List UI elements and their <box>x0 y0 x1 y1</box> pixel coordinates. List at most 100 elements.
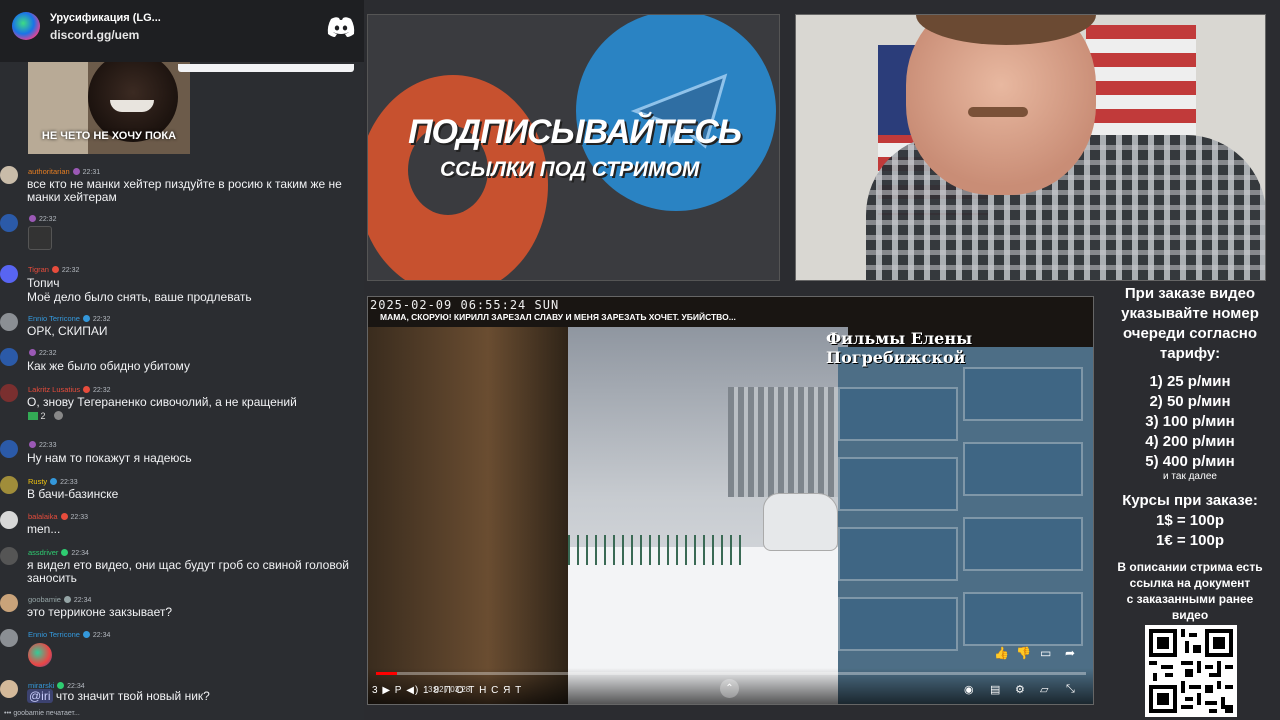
fullscreen-exit-icon[interactable]: ⤡ <box>1066 683 1075 696</box>
message-text: что значит твой новый ник? <box>55 689 210 703</box>
avatar <box>0 348 18 366</box>
badge-icon <box>82 315 90 322</box>
cast-icon[interactable]: ▱ <box>1040 683 1048 696</box>
discord-banner[interactable]: Урусификация (LG... discord.gg/uem <box>0 0 364 62</box>
username[interactable]: Ennio Terricone <box>28 630 80 639</box>
qr-code[interactable] <box>1145 625 1237 717</box>
progress-bar[interactable] <box>376 672 1086 675</box>
dislike-icon[interactable]: 👎 <box>1016 646 1031 660</box>
badge-icon <box>50 478 58 485</box>
username[interactable]: Lakritz Lusatius <box>28 385 80 394</box>
avatar <box>0 313 18 331</box>
badge-icon <box>82 631 90 638</box>
channel-watermark: Фильмы Елены Погребижской <box>826 329 973 367</box>
stream-layout: НЕ ЧЕТО НЕ ХОЧУ ПОКА Урусификация (LG...… <box>0 0 1280 720</box>
badge-icon <box>60 513 68 520</box>
message-text: Топич Моё дело было снять, ваше продлева… <box>27 276 252 304</box>
emoji-sticker <box>28 643 52 667</box>
badge-icon <box>51 266 59 273</box>
username[interactable]: assdriver <box>28 548 58 557</box>
discord-logo-icon <box>327 17 355 37</box>
message-text: это терриконе закзывает? <box>27 605 173 619</box>
message-text: О, знову Тегераненко сивочолий, а не кра… <box>27 395 297 409</box>
promo-headline: ПОДПИСЫВАЙТЕСЬ <box>408 113 742 151</box>
embed-bar <box>178 64 354 72</box>
badge-icon <box>63 596 71 603</box>
message-time: 22:32 <box>38 350 57 357</box>
username[interactable]: Tigran <box>28 265 49 274</box>
message-time: 22:33 <box>60 479 78 486</box>
message-text: Ну нам то покажут я надеюсь <box>27 451 192 465</box>
badge-icon <box>83 386 91 393</box>
message-text: Как же было обидно убитому <box>27 359 190 373</box>
order-line: очереди согласно <box>1122 325 1258 342</box>
chevron-up-icon[interactable]: ⌃ <box>720 679 739 698</box>
message-time: 22:32 <box>61 267 80 274</box>
message-time: 22:33 <box>70 514 89 521</box>
avatar <box>0 629 18 647</box>
tariff-item: 5) 400 р/мин <box>1145 453 1235 470</box>
message-text: ОРК, СКИПАИ <box>27 324 108 338</box>
video-player[interactable]: 2025-02-09 06:55:24 SUN МАМА, СКОРУЮ! КИ… <box>367 296 1094 705</box>
add-reaction-icon[interactable] <box>54 411 64 420</box>
message-text: я видел ето видео, они щас будут гроб со… <box>27 558 349 585</box>
rates-title: Курсы при заказе: <box>1122 492 1258 509</box>
typing-dots-icon: ••• <box>4 710 12 717</box>
progress-fill <box>376 672 398 675</box>
reaction[interactable]: 2 <box>28 411 64 421</box>
sticker-image: НЕ ЧЕТО НЕ ХОЧУ ПОКА <box>28 62 190 154</box>
message-time: 22:34 <box>71 550 89 557</box>
server-name: Урусификация (LG... <box>50 12 161 24</box>
badge-icon <box>29 215 36 222</box>
avatar <box>0 166 18 184</box>
settings-gear-icon[interactable]: ⚙ <box>1015 683 1025 696</box>
avatar <box>0 440 18 458</box>
mention[interactable]: @iri <box>27 689 53 703</box>
avatar <box>0 680 18 698</box>
tariff-item: 1) 25 р/мин <box>1149 373 1231 390</box>
qr-code-icon <box>1149 629 1233 713</box>
avatar <box>0 476 18 494</box>
avatar <box>0 214 18 232</box>
server-icon <box>12 12 40 40</box>
rate-item: 1$ = 100р <box>1156 512 1224 529</box>
username[interactable]: Rusty <box>28 477 47 486</box>
video-title[interactable]: МАМА, СКОРУЮ! КИРИЛЛ ЗАРЕЗАЛ СЛАВУ И МЕН… <box>380 312 736 322</box>
avatar <box>0 594 18 612</box>
desc-line: видео <box>1171 608 1209 622</box>
badge-icon <box>29 441 36 448</box>
order-line: При заказе видео <box>1124 285 1256 302</box>
tariff-item: 2) 50 р/мин <box>1149 393 1231 410</box>
order-line: указывайте номер <box>1121 305 1259 322</box>
username[interactable]: Ennio Terricone <box>28 314 80 323</box>
camera-timestamp: 2025-02-09 06:55:24 SUN <box>370 298 560 312</box>
subtitles-icon[interactable]: ▤ <box>990 683 1000 696</box>
invite-link[interactable]: discord.gg/uem <box>50 28 139 42</box>
message-text: men... <box>27 522 61 536</box>
avatar <box>0 265 18 283</box>
video-time: 3:02 / 03:28 <box>428 685 471 694</box>
rate-item: 1€ = 100р <box>1156 532 1224 549</box>
message-time: 22:34 <box>73 597 92 604</box>
mailboxes <box>838 347 1093 704</box>
comment-icon[interactable]: ▭ <box>1040 646 1051 660</box>
webcam-feed <box>795 14 1266 281</box>
order-line: тарифу: <box>1159 345 1221 362</box>
message-time: 22:33 <box>38 442 57 449</box>
like-icon[interactable]: 👍 <box>994 646 1009 660</box>
tariff-item: 4) 200 р/мин <box>1145 433 1235 450</box>
badge-icon <box>72 168 80 175</box>
username[interactable]: balalaika <box>28 512 58 521</box>
chat-panel: НЕ ЧЕТО НЕ ХОЧУ ПОКА Урусификация (LG...… <box>0 0 364 720</box>
username[interactable]: goobamie <box>28 595 61 604</box>
desc-line: В описании стрима есть <box>1117 560 1263 574</box>
message-time: 22:32 <box>92 316 111 323</box>
badge-icon <box>57 682 65 689</box>
badge-icon <box>61 549 69 556</box>
autoplay-toggle-icon[interactable]: ◉ <box>964 683 974 696</box>
message-time: 22:34 <box>92 632 111 639</box>
message-text: все кто не манки хейтер пиздуйте в росию… <box>27 177 342 204</box>
avatar <box>0 547 18 565</box>
username[interactable]: authoritarian <box>28 167 70 176</box>
share-icon[interactable]: ➦ <box>1065 646 1075 660</box>
